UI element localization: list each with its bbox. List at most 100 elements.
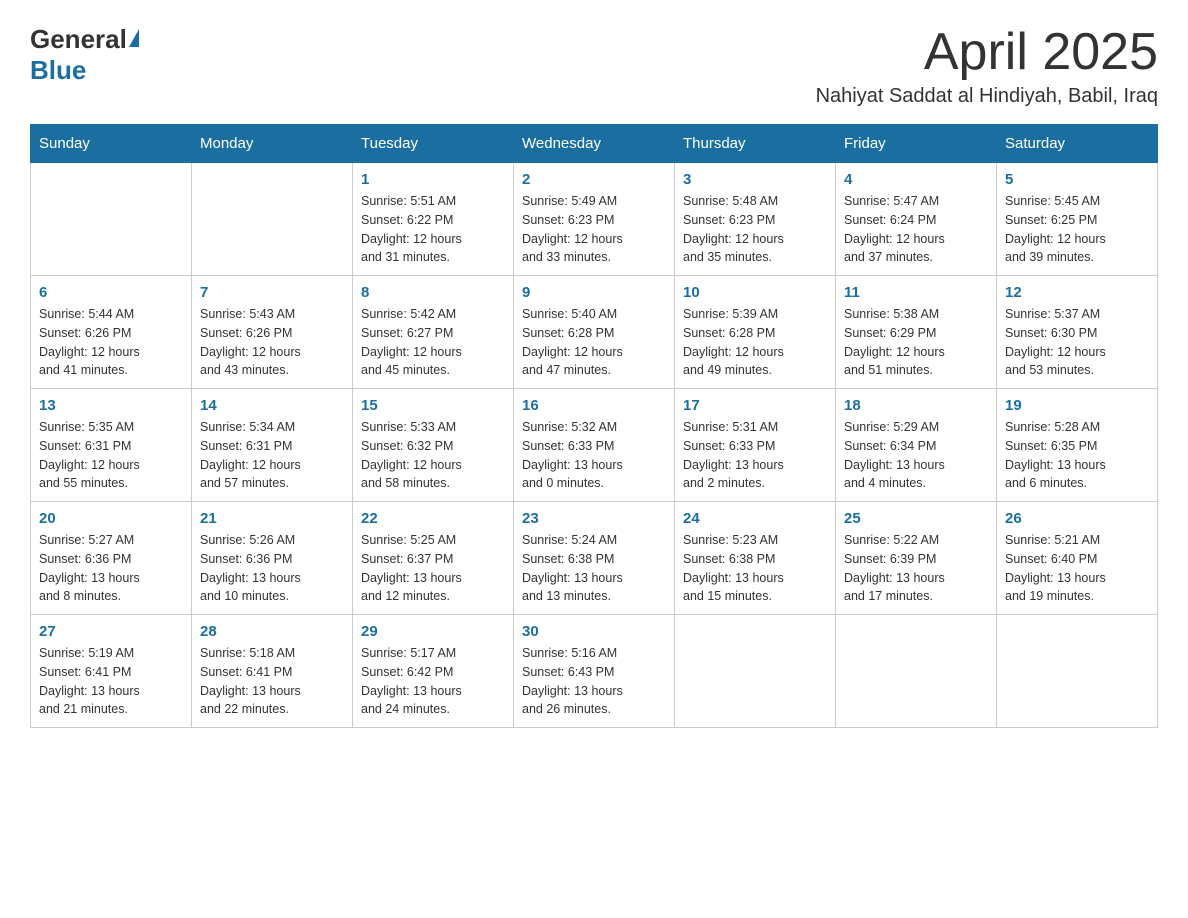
day-number: 27 xyxy=(39,623,183,640)
calendar-cell: 26 Sunrise: 5:21 AM Sunset: 6:40 PM Dayli… xyxy=(997,502,1158,615)
day-number: 8 xyxy=(361,284,505,301)
day-info: Sunrise: 5:27 AM Sunset: 6:36 PM Dayligh… xyxy=(39,531,183,606)
calendar-cell: 16Sunrise: 5:32 AM Sunset: 6:33 PM Dayli… xyxy=(514,389,675,502)
calendar-cell: 1Sunrise: 5:51 AM Sunset: 6:22 PM Daylig… xyxy=(353,163,514,276)
day-info: Sunrise: 5:18 AM Sunset: 6:41 PM Dayligh… xyxy=(200,644,344,719)
day-info: Sunrise: 5:44 AM Sunset: 6:26 PM Dayligh… xyxy=(39,305,183,380)
calendar-cell xyxy=(675,615,836,728)
calendar-cell: 6 Sunrise: 5:44 AM Sunset: 6:26 PM Daylig… xyxy=(31,276,192,389)
day-number: 20 xyxy=(39,510,183,527)
day-info: Sunrise: 5:40 AM Sunset: 6:28 PM Dayligh… xyxy=(522,305,666,380)
page-header: General Blue April 2025 Nahiyat Saddat a… xyxy=(30,24,1158,108)
day-info: Sunrise: 5:38 AM Sunset: 6:29 PM Dayligh… xyxy=(844,305,988,380)
calendar-cell: 9 Sunrise: 5:40 AM Sunset: 6:28 PM Daylig… xyxy=(514,276,675,389)
calendar-cell: 5 Sunrise: 5:45 AM Sunset: 6:25 PM Daylig… xyxy=(997,163,1158,276)
day-info: Sunrise: 5:28 AM Sunset: 6:35 PM Dayligh… xyxy=(1005,418,1149,493)
day-number: 2 xyxy=(522,171,666,188)
calendar-cell: 21 Sunrise: 5:26 AM Sunset: 6:36 PM Dayli… xyxy=(192,502,353,615)
calendar-cell: 19 Sunrise: 5:28 AM Sunset: 6:35 PM Dayli… xyxy=(997,389,1158,502)
calendar-cell xyxy=(997,615,1158,728)
logo-triangle-icon xyxy=(129,29,139,47)
calendar-header: SundayMondayTuesdayWednesdayThursdayFrid… xyxy=(31,125,1158,163)
day-info: Sunrise: 5:19 AM Sunset: 6:41 PM Dayligh… xyxy=(39,644,183,719)
calendar-cell: 3 Sunrise: 5:48 AM Sunset: 6:23 PM Daylig… xyxy=(675,163,836,276)
day-number: 4 xyxy=(844,171,988,188)
day-info: Sunrise: 5:47 AM Sunset: 6:24 PM Dayligh… xyxy=(844,192,988,267)
calendar-cell: 18 Sunrise: 5:29 AM Sunset: 6:34 PM Dayli… xyxy=(836,389,997,502)
weekday-header-wednesday: Wednesday xyxy=(514,125,675,163)
day-number: 6 xyxy=(39,284,183,301)
day-number: 3 xyxy=(683,171,827,188)
day-info: Sunrise: 5:33 AM Sunset: 6:32 PM Dayligh… xyxy=(361,418,505,493)
calendar-cell: 8 Sunrise: 5:42 AM Sunset: 6:27 PM Daylig… xyxy=(353,276,514,389)
calendar-week-row: 27 Sunrise: 5:19 AM Sunset: 6:41 PM Dayli… xyxy=(31,615,1158,728)
day-info: Sunrise: 5:48 AM Sunset: 6:23 PM Dayligh… xyxy=(683,192,827,267)
calendar-week-row: 1Sunrise: 5:51 AM Sunset: 6:22 PM Daylig… xyxy=(31,163,1158,276)
weekday-header-tuesday: Tuesday xyxy=(353,125,514,163)
day-number: 18 xyxy=(844,397,988,414)
day-info: Sunrise: 5:37 AM Sunset: 6:30 PM Dayligh… xyxy=(1005,305,1149,380)
day-number: 30 xyxy=(522,623,666,640)
location-title: Nahiyat Saddat al Hindiyah, Babil, Iraq xyxy=(816,85,1158,108)
calendar-cell: 20 Sunrise: 5:27 AM Sunset: 6:36 PM Dayli… xyxy=(31,502,192,615)
calendar-cell: 4 Sunrise: 5:47 AM Sunset: 6:24 PM Daylig… xyxy=(836,163,997,276)
day-number: 9 xyxy=(522,284,666,301)
calendar-cell xyxy=(836,615,997,728)
day-number: 10 xyxy=(683,284,827,301)
day-info: Sunrise: 5:22 AM Sunset: 6:39 PM Dayligh… xyxy=(844,531,988,606)
day-info: Sunrise: 5:24 AM Sunset: 6:38 PM Dayligh… xyxy=(522,531,666,606)
weekday-header-monday: Monday xyxy=(192,125,353,163)
calendar-cell: 13Sunrise: 5:35 AM Sunset: 6:31 PM Dayli… xyxy=(31,389,192,502)
calendar-cell: 24Sunrise: 5:23 AM Sunset: 6:38 PM Dayli… xyxy=(675,502,836,615)
day-number: 29 xyxy=(361,623,505,640)
calendar-cell: 14 Sunrise: 5:34 AM Sunset: 6:31 PM Dayli… xyxy=(192,389,353,502)
calendar-cell: 23 Sunrise: 5:24 AM Sunset: 6:38 PM Dayli… xyxy=(514,502,675,615)
day-info: Sunrise: 5:43 AM Sunset: 6:26 PM Dayligh… xyxy=(200,305,344,380)
calendar-cell: 11Sunrise: 5:38 AM Sunset: 6:29 PM Dayli… xyxy=(836,276,997,389)
calendar-week-row: 13Sunrise: 5:35 AM Sunset: 6:31 PM Dayli… xyxy=(31,389,1158,502)
calendar-week-row: 20 Sunrise: 5:27 AM Sunset: 6:36 PM Dayli… xyxy=(31,502,1158,615)
day-info: Sunrise: 5:34 AM Sunset: 6:31 PM Dayligh… xyxy=(200,418,344,493)
logo-blue-text: Blue xyxy=(30,55,86,86)
day-number: 17 xyxy=(683,397,827,414)
day-info: Sunrise: 5:31 AM Sunset: 6:33 PM Dayligh… xyxy=(683,418,827,493)
calendar-cell: 7Sunrise: 5:43 AM Sunset: 6:26 PM Daylig… xyxy=(192,276,353,389)
day-number: 25 xyxy=(844,510,988,527)
day-number: 14 xyxy=(200,397,344,414)
calendar-cell: 28 Sunrise: 5:18 AM Sunset: 6:41 PM Dayli… xyxy=(192,615,353,728)
title-area: April 2025 Nahiyat Saddat al Hindiyah, B… xyxy=(816,24,1158,108)
calendar-cell: 22 Sunrise: 5:25 AM Sunset: 6:37 PM Dayli… xyxy=(353,502,514,615)
day-info: Sunrise: 5:16 AM Sunset: 6:43 PM Dayligh… xyxy=(522,644,666,719)
day-number: 24 xyxy=(683,510,827,527)
day-info: Sunrise: 5:25 AM Sunset: 6:37 PM Dayligh… xyxy=(361,531,505,606)
day-info: Sunrise: 5:42 AM Sunset: 6:27 PM Dayligh… xyxy=(361,305,505,380)
day-number: 19 xyxy=(1005,397,1149,414)
weekday-header-thursday: Thursday xyxy=(675,125,836,163)
calendar-cell: 15 Sunrise: 5:33 AM Sunset: 6:32 PM Dayli… xyxy=(353,389,514,502)
day-number: 15 xyxy=(361,397,505,414)
calendar-cell: 27 Sunrise: 5:19 AM Sunset: 6:41 PM Dayli… xyxy=(31,615,192,728)
day-info: Sunrise: 5:35 AM Sunset: 6:31 PM Dayligh… xyxy=(39,418,183,493)
weekday-header-friday: Friday xyxy=(836,125,997,163)
calendar-cell xyxy=(192,163,353,276)
day-info: Sunrise: 5:21 AM Sunset: 6:40 PM Dayligh… xyxy=(1005,531,1149,606)
day-info: Sunrise: 5:49 AM Sunset: 6:23 PM Dayligh… xyxy=(522,192,666,267)
calendar-cell: 17 Sunrise: 5:31 AM Sunset: 6:33 PM Dayli… xyxy=(675,389,836,502)
day-number: 5 xyxy=(1005,171,1149,188)
calendar-body: 1Sunrise: 5:51 AM Sunset: 6:22 PM Daylig… xyxy=(31,163,1158,728)
day-info: Sunrise: 5:26 AM Sunset: 6:36 PM Dayligh… xyxy=(200,531,344,606)
day-number: 23 xyxy=(522,510,666,527)
calendar-cell: 25 Sunrise: 5:22 AM Sunset: 6:39 PM Dayli… xyxy=(836,502,997,615)
calendar-cell xyxy=(31,163,192,276)
day-number: 28 xyxy=(200,623,344,640)
day-info: Sunrise: 5:29 AM Sunset: 6:34 PM Dayligh… xyxy=(844,418,988,493)
calendar-table: SundayMondayTuesdayWednesdayThursdayFrid… xyxy=(30,124,1158,728)
month-title: April 2025 xyxy=(816,24,1158,81)
day-info: Sunrise: 5:45 AM Sunset: 6:25 PM Dayligh… xyxy=(1005,192,1149,267)
logo-general-text: General xyxy=(30,24,127,55)
day-number: 22 xyxy=(361,510,505,527)
day-info: Sunrise: 5:51 AM Sunset: 6:22 PM Dayligh… xyxy=(361,192,505,267)
day-number: 26 xyxy=(1005,510,1149,527)
day-number: 21 xyxy=(200,510,344,527)
day-number: 16 xyxy=(522,397,666,414)
